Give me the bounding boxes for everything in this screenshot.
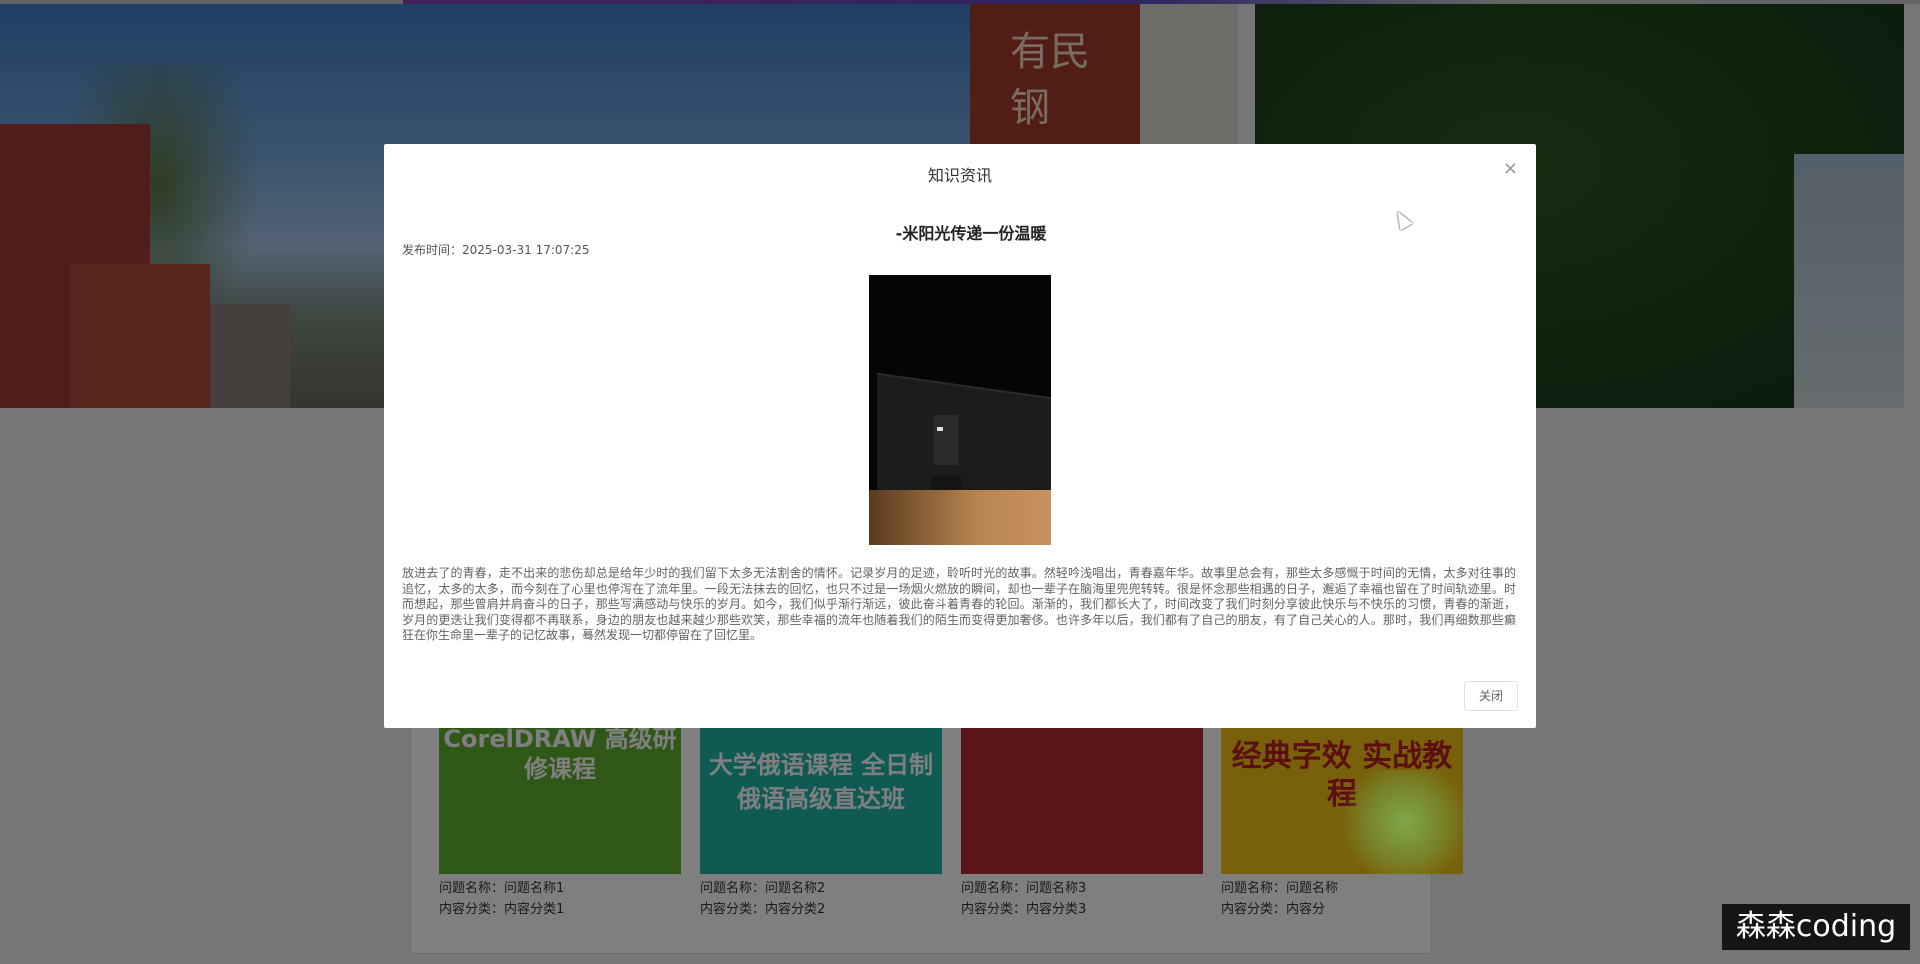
- news-detail-dialog: 知识资讯 × -米阳光传递一份温暖 发布时间：2025-03-31 17:07:…: [384, 144, 1536, 728]
- close-button[interactable]: 关闭: [1463, 681, 1518, 711]
- publish-time: 发布时间：2025-03-31 17:07:25: [402, 243, 590, 257]
- blurred-element: [1345, 770, 1465, 875]
- article-image: [869, 275, 1051, 545]
- close-icon[interactable]: ×: [1503, 158, 1518, 179]
- watermark: 森森coding: [1722, 904, 1910, 950]
- article-body: 放进去了的青春，走不出来的悲伤却总是给年少时的我们留下太多无法割舍的情怀。记录岁…: [402, 566, 1516, 642]
- dialog-title: 知识资讯: [927, 166, 992, 185]
